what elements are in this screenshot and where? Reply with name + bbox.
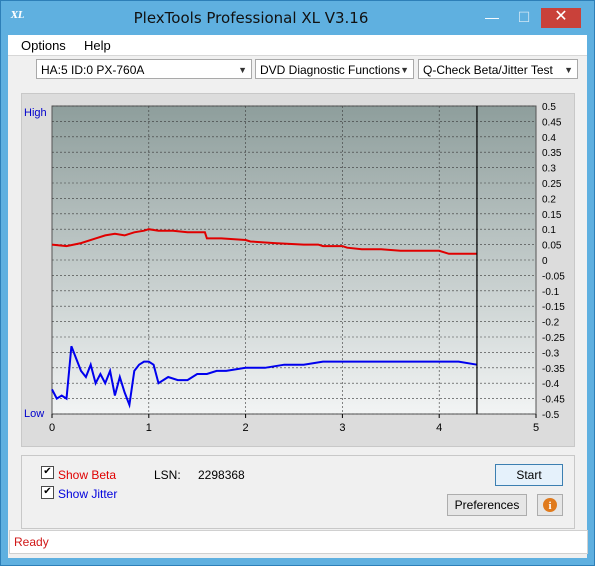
y-tick-label: -0.35 [542, 364, 565, 375]
info-icon: i [543, 498, 557, 512]
show-beta-checkbox[interactable]: ✔ [41, 466, 54, 479]
status-text: Ready [14, 535, 49, 549]
chevron-down-icon: ▼ [564, 65, 573, 75]
show-jitter-checkbox[interactable]: ✔ [41, 486, 54, 499]
y-tick-label: 0.1 [542, 225, 556, 236]
show-beta-label[interactable]: Show Beta [58, 468, 116, 482]
menu-help[interactable]: Help [84, 38, 111, 53]
info-button[interactable]: i [537, 494, 563, 516]
status-bar: Ready [9, 530, 588, 554]
y-tick-label: -0.5 [542, 410, 560, 421]
client-area: Options Help HA:5 ID:0 PX-760A ▼ DVD Dia… [8, 35, 587, 558]
x-tick-label: 5 [533, 422, 539, 434]
drive-select-value: HA:5 ID:0 PX-760A [41, 63, 145, 77]
y-tick-label: 0.2 [542, 194, 556, 205]
y-tick-label: 0.05 [542, 241, 562, 252]
y-tick-label: -0.4 [542, 379, 560, 390]
title-bar[interactable]: XL PlexTools Professional XL V3.16 — ☐ ✕ [1, 1, 594, 35]
drive-select[interactable]: HA:5 ID:0 PX-760A ▼ [36, 59, 252, 79]
x-tick-label: 1 [146, 422, 152, 434]
y-tick-label: 0 [542, 256, 548, 267]
y-tick-label: -0.25 [542, 333, 565, 344]
y-low-label: Low [24, 408, 44, 420]
y-tick-label: -0.15 [542, 302, 565, 313]
x-tick-label: 3 [339, 422, 345, 434]
y-tick-label: -0.2 [542, 318, 560, 329]
beta-jitter-chart: 0.5 0.45 0.4 0.35 0.3 0.25 0.2 0.15 0.1 0.05 0 -0.0… [24, 102, 565, 434]
function-select[interactable]: DVD Diagnostic Functions ▼ [255, 59, 414, 79]
function-select-value: DVD Diagnostic Functions [260, 63, 401, 77]
x-tick-label: 2 [243, 422, 249, 434]
minimize-button[interactable]: — [477, 8, 507, 28]
menu-bar: Options Help [8, 35, 587, 55]
chart-panel: 0.5 0.45 0.4 0.35 0.3 0.25 0.2 0.15 0.1 0.05 0 -0.0… [21, 93, 575, 447]
y-tick-label: -0.3 [542, 348, 560, 359]
lsn-label: LSN: [154, 468, 181, 482]
close-button[interactable]: ✕ [541, 8, 581, 28]
test-select-value: Q-Check Beta/Jitter Test [423, 63, 553, 77]
y-tick-label: -0.05 [542, 271, 565, 282]
toolbar: HA:5 ID:0 PX-760A ▼ DVD Diagnostic Funct… [8, 55, 587, 84]
y-tick-label: 0.3 [542, 164, 556, 175]
chevron-down-icon: ▼ [238, 65, 247, 75]
y-tick-label: 0.45 [542, 117, 562, 128]
lsn-value: 2298368 [198, 468, 245, 482]
window-title: PlexTools Professional XL V3.16 [133, 9, 369, 27]
y-tick-label: 0.5 [542, 102, 556, 113]
start-button[interactable]: Start [495, 464, 563, 486]
y-tick-label: 0.15 [542, 210, 562, 221]
y-tick-label: 0.35 [542, 148, 562, 159]
maximize-button[interactable]: ☐ [509, 8, 539, 28]
controls-panel: ✔ Show Beta ✔ Show Jitter LSN: 2298368 S… [21, 455, 575, 529]
app-window: XL PlexTools Professional XL V3.16 — ☐ ✕… [0, 0, 595, 566]
y-tick-label: 0.25 [542, 179, 562, 190]
y-tick-label: -0.45 [542, 395, 565, 406]
svg-text:i: i [548, 500, 551, 512]
y-tick-label: 0.4 [542, 133, 556, 144]
y-tick-label: -0.1 [542, 287, 560, 298]
chevron-down-icon: ▼ [400, 65, 409, 75]
x-tick-label: 0 [49, 422, 55, 434]
y-high-label: High [24, 107, 47, 119]
test-select[interactable]: Q-Check Beta/Jitter Test ▼ [418, 59, 578, 79]
menu-options[interactable]: Options [21, 38, 66, 53]
show-jitter-label[interactable]: Show Jitter [58, 487, 117, 501]
x-tick-label: 4 [436, 422, 442, 434]
preferences-button[interactable]: Preferences [447, 494, 527, 516]
